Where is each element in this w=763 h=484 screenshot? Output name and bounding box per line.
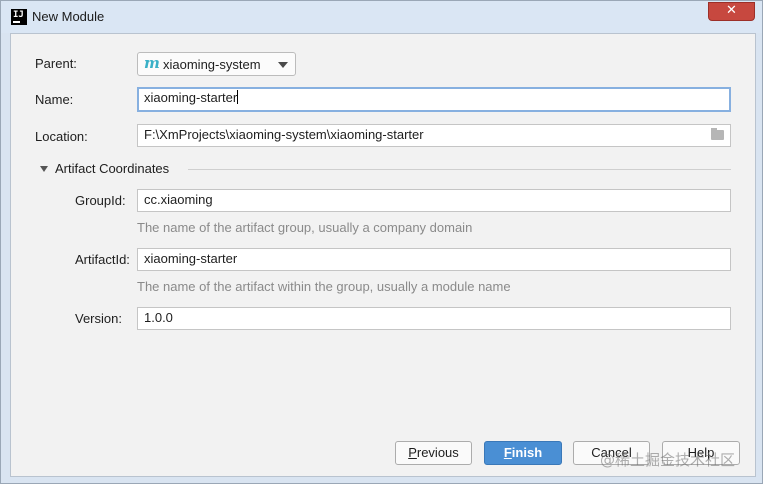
name-value: xiaoming-starter	[144, 90, 238, 105]
previous-label: revious	[416, 445, 459, 460]
text-caret	[237, 90, 239, 104]
artifactid-hint: The name of the artifact within the grou…	[137, 279, 511, 294]
version-value: 1.0.0	[144, 310, 173, 325]
folder-icon[interactable]	[711, 128, 724, 140]
name-input[interactable]: xiaoming-starter	[137, 87, 731, 112]
finish-mnemonic: F	[503, 445, 512, 460]
version-input[interactable]: 1.0.0	[137, 307, 731, 330]
collapse-triangle-icon[interactable]	[40, 166, 48, 172]
artifact-coordinates-title[interactable]: Artifact Coordinates	[55, 161, 169, 176]
close-icon: ✕	[726, 3, 737, 18]
location-input[interactable]: F:\XmProjects\xiaoming-system\xiaoming-s…	[137, 124, 731, 147]
groupid-value: cc.xiaoming	[144, 192, 213, 207]
previous-mnemonic: P	[408, 445, 417, 460]
dialog-content: Parent: m xiaoming-system Name: xiaoming…	[10, 33, 756, 477]
name-label: Name:	[35, 92, 74, 107]
intellij-app-icon: IJ	[11, 9, 27, 25]
chevron-down-icon	[278, 62, 288, 68]
groupid-input[interactable]: cc.xiaoming	[137, 189, 731, 212]
previous-button[interactable]: Previous	[395, 441, 472, 465]
groupid-hint: The name of the artifact group, usually …	[137, 220, 473, 235]
artifactid-input[interactable]: xiaoming-starter	[137, 248, 731, 271]
finish-button[interactable]: Finish	[484, 441, 562, 465]
parent-value: xiaoming-system	[163, 57, 261, 72]
section-divider	[188, 169, 731, 170]
parent-label: Parent:	[35, 56, 77, 71]
window-title: New Module	[32, 9, 105, 24]
title-bar: IJ New Module ✕	[1, 1, 762, 33]
new-module-dialog: IJ New Module ✕ Parent: m xiaoming-syste…	[0, 0, 763, 484]
groupid-label: GroupId:	[75, 193, 126, 208]
app-icon-text: IJ	[13, 10, 24, 20]
version-label: Version:	[75, 311, 122, 326]
site-watermark: @稀土掘金技术社区	[600, 451, 736, 469]
maven-module-icon: m	[144, 54, 160, 72]
close-button[interactable]: ✕	[708, 2, 755, 21]
artifactid-label: ArtifactId:	[75, 252, 130, 267]
location-label: Location:	[35, 129, 88, 144]
location-value: F:\XmProjects\xiaoming-system\xiaoming-s…	[144, 127, 424, 142]
finish-label: inish	[511, 445, 543, 460]
parent-dropdown[interactable]: m xiaoming-system	[137, 52, 296, 76]
artifactid-value: xiaoming-starter	[144, 251, 238, 266]
